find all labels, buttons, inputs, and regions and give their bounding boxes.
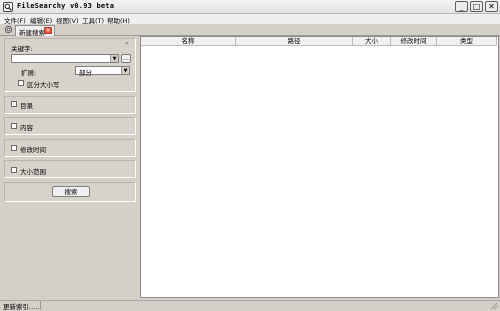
collapse-icon[interactable]: « [125,40,129,47]
column-header-modified[interactable]: 修改时间 [391,37,437,46]
filter-directory-label: 目录 [20,102,33,110]
close-icon: ✕ [488,1,495,11]
status-bar [0,300,500,311]
status-separator [40,301,41,310]
filter-content-checkbox[interactable] [11,123,17,129]
extension-label: 扩展: [21,69,37,77]
case-sensitive-checkbox[interactable] [18,80,24,86]
filter-size-checkbox[interactable] [11,167,17,173]
column-header-path[interactable]: 路径 [236,37,353,46]
maximize-button[interactable]: □ [470,1,483,12]
keyword-label: 关键字: [11,45,33,53]
extension-select[interactable]: 部分 ▼ [75,66,130,77]
keyword-input[interactable]: ▼ [11,54,119,63]
filter-modified-checkbox[interactable] [11,145,17,151]
filter-content-label: 内容 [20,124,33,132]
tab-close-icon[interactable]: ✕ [44,27,52,34]
app-icon [3,2,13,12]
minimize-button[interactable]: _ [455,1,468,12]
case-sensitive-label: 区分大小写 [27,81,60,89]
tab-label: 新建搜索 [19,29,45,37]
maximize-icon: □ [472,1,481,11]
close-button[interactable]: ✕ [485,1,498,12]
filter-size-label: 大小范围 [20,168,46,176]
results-list[interactable] [140,36,499,298]
column-header-size[interactable]: 大小 [353,37,391,46]
extension-value: 部分 [79,69,92,77]
window-title: FileSearchy v0.93 beta [17,2,115,10]
chevron-down-icon[interactable]: ▼ [121,67,129,74]
minimize-icon: _ [459,1,464,11]
filter-modified-label: 修改时间 [20,146,46,154]
chevron-down-icon[interactable]: ▼ [110,55,118,62]
status-text: 更新索引..... [3,303,40,311]
column-header-type[interactable]: 类型 [437,37,497,46]
resize-grip-icon[interactable] [490,302,498,310]
gear-icon[interactable] [4,25,13,34]
tab-strip [0,24,500,36]
filter-directory-checkbox[interactable] [11,101,17,107]
browse-button[interactable]: ... [121,54,131,63]
search-button[interactable]: 搜索 [52,186,90,197]
menu-bar: 文件(F) 编辑(E) 视图(V) 工具(T) 帮助(H) [0,14,500,25]
column-header-name[interactable]: 名称 [141,37,236,46]
